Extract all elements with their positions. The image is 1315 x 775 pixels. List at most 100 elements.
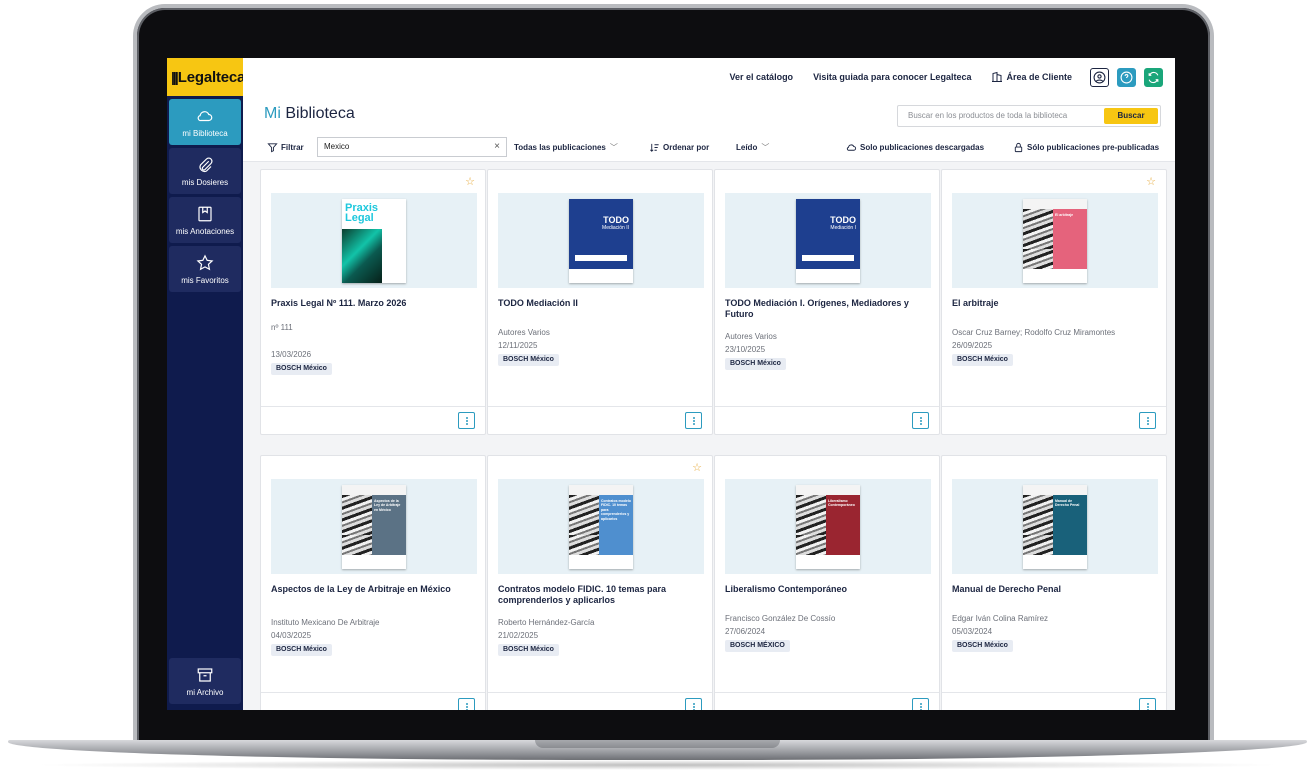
card-menu-button[interactable] (685, 412, 702, 429)
sidebar-bottom: mi Archivo (167, 655, 243, 704)
card-menu-button[interactable] (685, 698, 702, 710)
chevron-down-icon: ﹀ (609, 143, 618, 152)
library-search-input[interactable] (908, 111, 1104, 120)
sidebar-item-label: mi Archivo (186, 687, 224, 697)
downloaded-toggle[interactable]: Solo publicaciones descargadas (846, 142, 984, 153)
sidebar-item-dosieres[interactable]: mis Dosieres (169, 148, 241, 194)
cover-area[interactable]: Praxis Legal (271, 193, 477, 288)
cover-area[interactable]: Aspectos de la Ley de Arbitraje en Méxic… (271, 479, 477, 574)
card-menu-button[interactable] (458, 698, 475, 710)
filter-button[interactable]: Filtrar (267, 142, 304, 153)
cover-title: TODO (603, 214, 629, 225)
help-icon (1120, 71, 1133, 83)
prepublished-toggle[interactable]: Sólo publicaciones pre-publicadas (1013, 142, 1159, 153)
book-cover-image: El arbitraje (1023, 198, 1087, 283)
user-button[interactable] (1090, 67, 1109, 87)
cover-area[interactable]: El arbitraje (952, 193, 1158, 288)
publication-date: 27/06/2024 (725, 627, 766, 636)
card-footer (488, 406, 712, 434)
publisher-badge: BOSCH México (725, 358, 786, 370)
publication-card[interactable]: Aspectos de la Ley de Arbitraje en Méxic… (260, 455, 486, 710)
card-footer (715, 692, 939, 710)
help-button[interactable] (1117, 67, 1136, 87)
publisher-badge: BOSCH México (952, 354, 1013, 366)
publication-title[interactable]: Praxis Legal Nº 111. Marzo 2026 (271, 298, 479, 309)
filter-label: Filtrar (281, 143, 304, 152)
cover-area[interactable]: TODO Mediación II (498, 193, 704, 288)
publication-card[interactable]: TODO Mediación II TODO Mediación II Autores… (487, 169, 713, 435)
card-menu-button[interactable] (912, 412, 929, 429)
client-area-link[interactable]: Área de Cliente (991, 71, 1072, 83)
sidebar-item-biblioteca[interactable]: mi Biblioteca (169, 99, 241, 145)
publication-title[interactable]: El arbitraje (952, 298, 1160, 309)
card-menu-button[interactable] (1139, 698, 1156, 710)
cover-subtitle: Liberalismo Contemporáneo (828, 498, 855, 508)
clear-filter-icon[interactable]: × (494, 138, 500, 156)
paperclip-icon (196, 156, 214, 174)
publication-card[interactable]: Liberalismo Contemporáneo Liberalismo Con… (714, 455, 940, 710)
user-icon (1093, 71, 1106, 83)
card-footer (942, 692, 1166, 710)
order-by-button[interactable]: Ordenar por (649, 142, 709, 153)
filter-input[interactable]: Mexico × (317, 137, 507, 157)
publication-author: Autores Varios (725, 332, 777, 341)
laptop-shadow (30, 760, 1285, 770)
cover-area[interactable]: Manual de Derecho Penal (952, 479, 1158, 574)
publication-card[interactable]: ☆ Praxis Legal Praxis Legal Nº 111. Marzo 2… (260, 169, 486, 435)
publication-title[interactable]: TODO Mediación II (498, 298, 706, 309)
publication-title[interactable]: Contratos modelo FIDIC. 10 temas para co… (498, 584, 706, 606)
card-footer (942, 406, 1166, 434)
card-menu-button[interactable] (912, 698, 929, 710)
sidebar-item-archivo[interactable]: mi Archivo (169, 658, 241, 704)
publication-title[interactable]: Manual de Derecho Penal (952, 584, 1160, 595)
card-menu-button[interactable] (1139, 412, 1156, 429)
catalog-link[interactable]: Ver el catálogo (730, 72, 794, 82)
publications-dropdown[interactable]: Todas las publicaciones ﹀ (514, 142, 618, 153)
publication-title[interactable]: Aspectos de la Ley de Arbitraje en Méxic… (271, 584, 479, 595)
library-search: Buscar (897, 105, 1161, 127)
publication-date: 05/03/2024 (952, 627, 993, 636)
prepublished-label: Sólo publicaciones pre-publicadas (1027, 143, 1160, 152)
publisher-badge: BOSCH México (271, 644, 332, 656)
cloud-icon (196, 107, 214, 125)
publisher-badge: BOSCH México (498, 644, 559, 656)
publisher-badge: BOSCH México (498, 354, 559, 366)
publications-dropdown-value: Todas las publicaciones (514, 143, 606, 152)
bookmark-icon (196, 205, 214, 223)
book-cover-image: Contratos modelo FIDIC. 10 temas para co… (569, 484, 633, 569)
publication-card[interactable]: TODO Mediación I TODO Mediación I. Orígene… (714, 169, 940, 435)
logo[interactable]: ||| Legalteca (167, 58, 245, 96)
read-dropdown[interactable]: Leído ﹀ (736, 142, 769, 153)
publication-issue: nº 111 (271, 323, 293, 332)
publication-date: 04/03/2025 (271, 631, 312, 640)
guided-tour-link[interactable]: Visita guiada para conocer Legalteca (813, 72, 971, 82)
star-icon (196, 253, 214, 272)
cover-area[interactable]: Contratos modelo FIDIC. 10 temas para co… (498, 479, 704, 574)
favorite-star-icon[interactable]: ☆ (1146, 175, 1156, 188)
publication-card[interactable]: ☆ El arbitraje El arbitraje Oscar Cruz Barn… (941, 169, 1167, 435)
publication-title[interactable]: TODO Mediación I. Orígenes, Mediadores y… (725, 298, 933, 320)
sidebar-item-favoritos[interactable]: mis Favoritos (169, 246, 241, 292)
book-cover-image: TODO Mediación I (796, 198, 860, 283)
cover-area[interactable]: TODO Mediación I (725, 193, 931, 288)
cover-title: TODO (830, 214, 856, 225)
sidebar-item-label: mis Favoritos (181, 275, 229, 285)
page-title-prefix: Mi (264, 105, 281, 122)
sidebar-item-anotaciones[interactable]: mis Anotaciones (169, 197, 241, 243)
favorite-star-icon[interactable]: ☆ (465, 175, 475, 188)
publication-author: Francisco González De Cossío (725, 614, 836, 623)
publication-card[interactable]: Manual de Derecho Penal Manual de Derecho… (941, 455, 1167, 710)
cloud-icon (846, 144, 857, 151)
filter-row: Filtrar Mexico × Todas las publicaciones… (243, 134, 1175, 162)
publication-card[interactable]: ☆ Contratos modelo FIDIC. 10 temas para c… (487, 455, 713, 710)
publication-date: 21/02/2025 (498, 631, 539, 640)
cover-area[interactable]: Liberalismo Contemporáneo (725, 479, 931, 574)
publication-author: Instituto Mexicano De Arbitraje (271, 618, 380, 627)
archive-box-icon (196, 666, 214, 684)
publication-title[interactable]: Liberalismo Contemporáneo (725, 584, 933, 595)
card-menu-button[interactable] (458, 412, 475, 429)
favorite-star-icon[interactable]: ☆ (692, 461, 702, 474)
publication-author: Autores Varios (498, 328, 550, 337)
search-button[interactable]: Buscar (1104, 108, 1158, 124)
sync-button[interactable] (1144, 67, 1163, 87)
